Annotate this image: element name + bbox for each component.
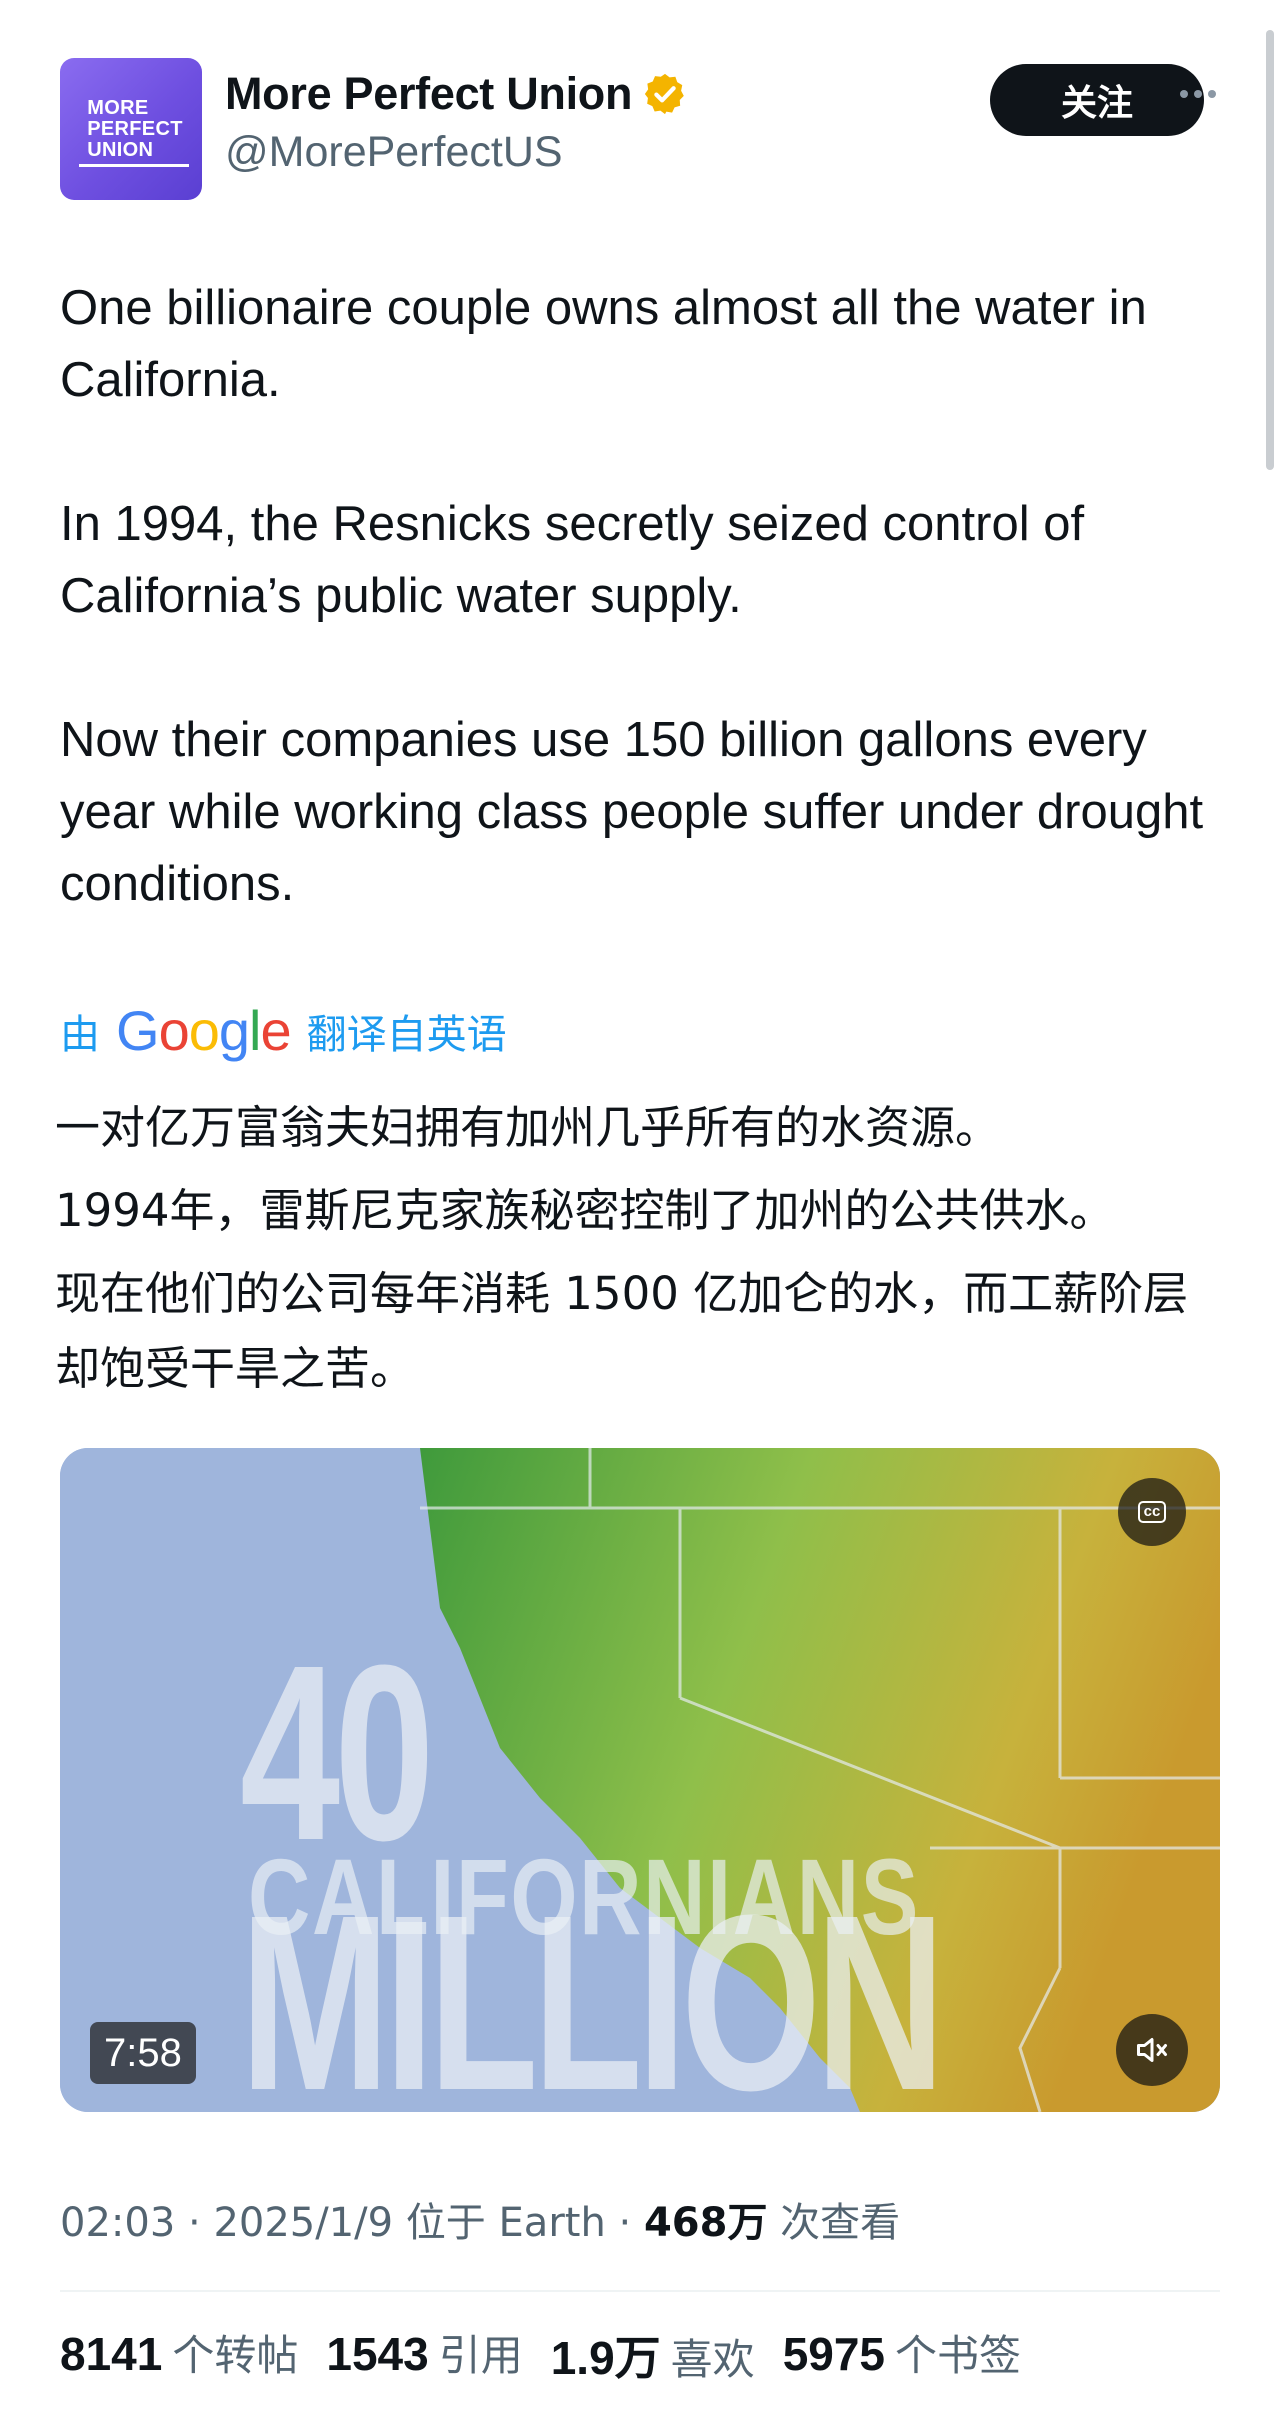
video-player[interactable]: 40 MILLION CALIFORNIANS cc 7:58 [60, 1448, 1220, 2112]
more-options-icon[interactable] [1168, 74, 1228, 114]
closed-captions-icon: cc [1137, 1501, 1167, 1523]
translated-text: 一对亿万富翁夫妇拥有加州几乎所有的水资源。 1994年，雷斯尼克家族秘密控制了加… [55, 1090, 1225, 1414]
likes-stat[interactable]: 1.9万 喜欢 [551, 2322, 755, 2388]
google-logo: Google [116, 999, 292, 1062]
more-dot [1208, 90, 1216, 98]
tweet-text: One billionaire couple owns almost all t… [60, 272, 1220, 920]
closed-captions-button[interactable]: cc [1118, 1478, 1186, 1546]
translation-suffix: 翻译自英语 [306, 1011, 507, 1058]
page-scrollbar[interactable] [1266, 30, 1274, 470]
bookmarks-stat[interactable]: 5975 个书签 [783, 2322, 1021, 2388]
meta-separator: · [188, 2200, 214, 2246]
translation-attribution[interactable]: 由 Google 翻译自英语 [60, 998, 507, 1063]
reposts-stat[interactable]: 8141 个转帖 [60, 2322, 298, 2388]
display-name-row: More Perfect Union [225, 68, 688, 120]
quotes-label: 引用 [438, 2331, 523, 2380]
author-names: More Perfect Union @MorePerfectUS [225, 68, 688, 177]
tweet-meta: 02:03 · 2025/1/9 位于 Earth · 468万 次查看 [60, 2190, 900, 2248]
meta-separator: · [618, 2200, 644, 2246]
mute-button[interactable] [1116, 2014, 1188, 2086]
display-name[interactable]: More Perfect Union [225, 68, 632, 120]
avatar-logo-line-3: UNION [87, 138, 154, 161]
translation-prefix: 由 [60, 1011, 100, 1058]
tweet-date[interactable]: 2025/1/9 [213, 2200, 393, 2246]
likes-label: 喜欢 [670, 2335, 755, 2384]
avatar-logo: MORE PERFECT UNION [79, 96, 190, 167]
tweet-paragraph-2: In 1994, the Resnicks secretly seized co… [60, 497, 1085, 623]
bookmarks-label: 个书签 [895, 2331, 1022, 2380]
translated-paragraph-2: 1994年，雷斯尼克家族秘密控制了加州的公共供水。 [55, 1184, 1115, 1237]
bookmarks-count: 5975 [782, 2328, 886, 2380]
avatar-logo-line-1: MORE [87, 96, 149, 119]
california-map-thumbnail [60, 1448, 1220, 2112]
more-dot [1180, 90, 1188, 98]
tweet-paragraph-1: One billionaire couple owns almost all t… [60, 281, 1147, 407]
quotes-stat[interactable]: 1543 引用 [326, 2322, 522, 2388]
tweet-location: Earth [498, 2200, 606, 2246]
view-count-label: 次查看 [780, 2200, 901, 2246]
author-handle[interactable]: @MorePerfectUS [225, 128, 688, 177]
verified-badge-icon[interactable] [642, 71, 688, 117]
avatar[interactable]: MORE PERFECT UNION [60, 58, 202, 200]
location-prefix: 位于 [405, 2200, 486, 2246]
video-duration: 7:58 [90, 2022, 196, 2084]
tweet-time[interactable]: 02:03 [60, 2200, 175, 2246]
reposts-count: 8141 [60, 2328, 163, 2380]
tweet-header: MORE PERFECT UNION More Perfect Union @M… [60, 58, 1220, 200]
tweet-paragraph-3: Now their companies use 150 billion gall… [60, 713, 1204, 911]
quotes-count: 1543 [326, 2328, 429, 2380]
likes-count: 1.9万 [550, 2332, 661, 2384]
reposts-label: 个转帖 [172, 2331, 299, 2380]
translated-paragraph-3: 现在他们的公司每年消耗 1500 亿加仑的水，而工薪阶层却饱受干旱之苦。 [55, 1267, 1189, 1395]
avatar-logo-underline [79, 163, 190, 167]
view-count[interactable]: 468万 [644, 2200, 768, 2246]
avatar-logo-line-2: PERFECT [87, 117, 183, 140]
engagement-stats: 8141 个转帖 1543 引用 1.9万 喜欢 5975 个书签 [60, 2322, 1021, 2388]
more-dot [1194, 90, 1202, 98]
volume-muted-icon [1137, 2038, 1167, 2062]
translated-paragraph-1: 一对亿万富翁夫妇拥有加州几乎所有的水资源。 [55, 1101, 1001, 1154]
meta-divider [60, 2290, 1220, 2292]
